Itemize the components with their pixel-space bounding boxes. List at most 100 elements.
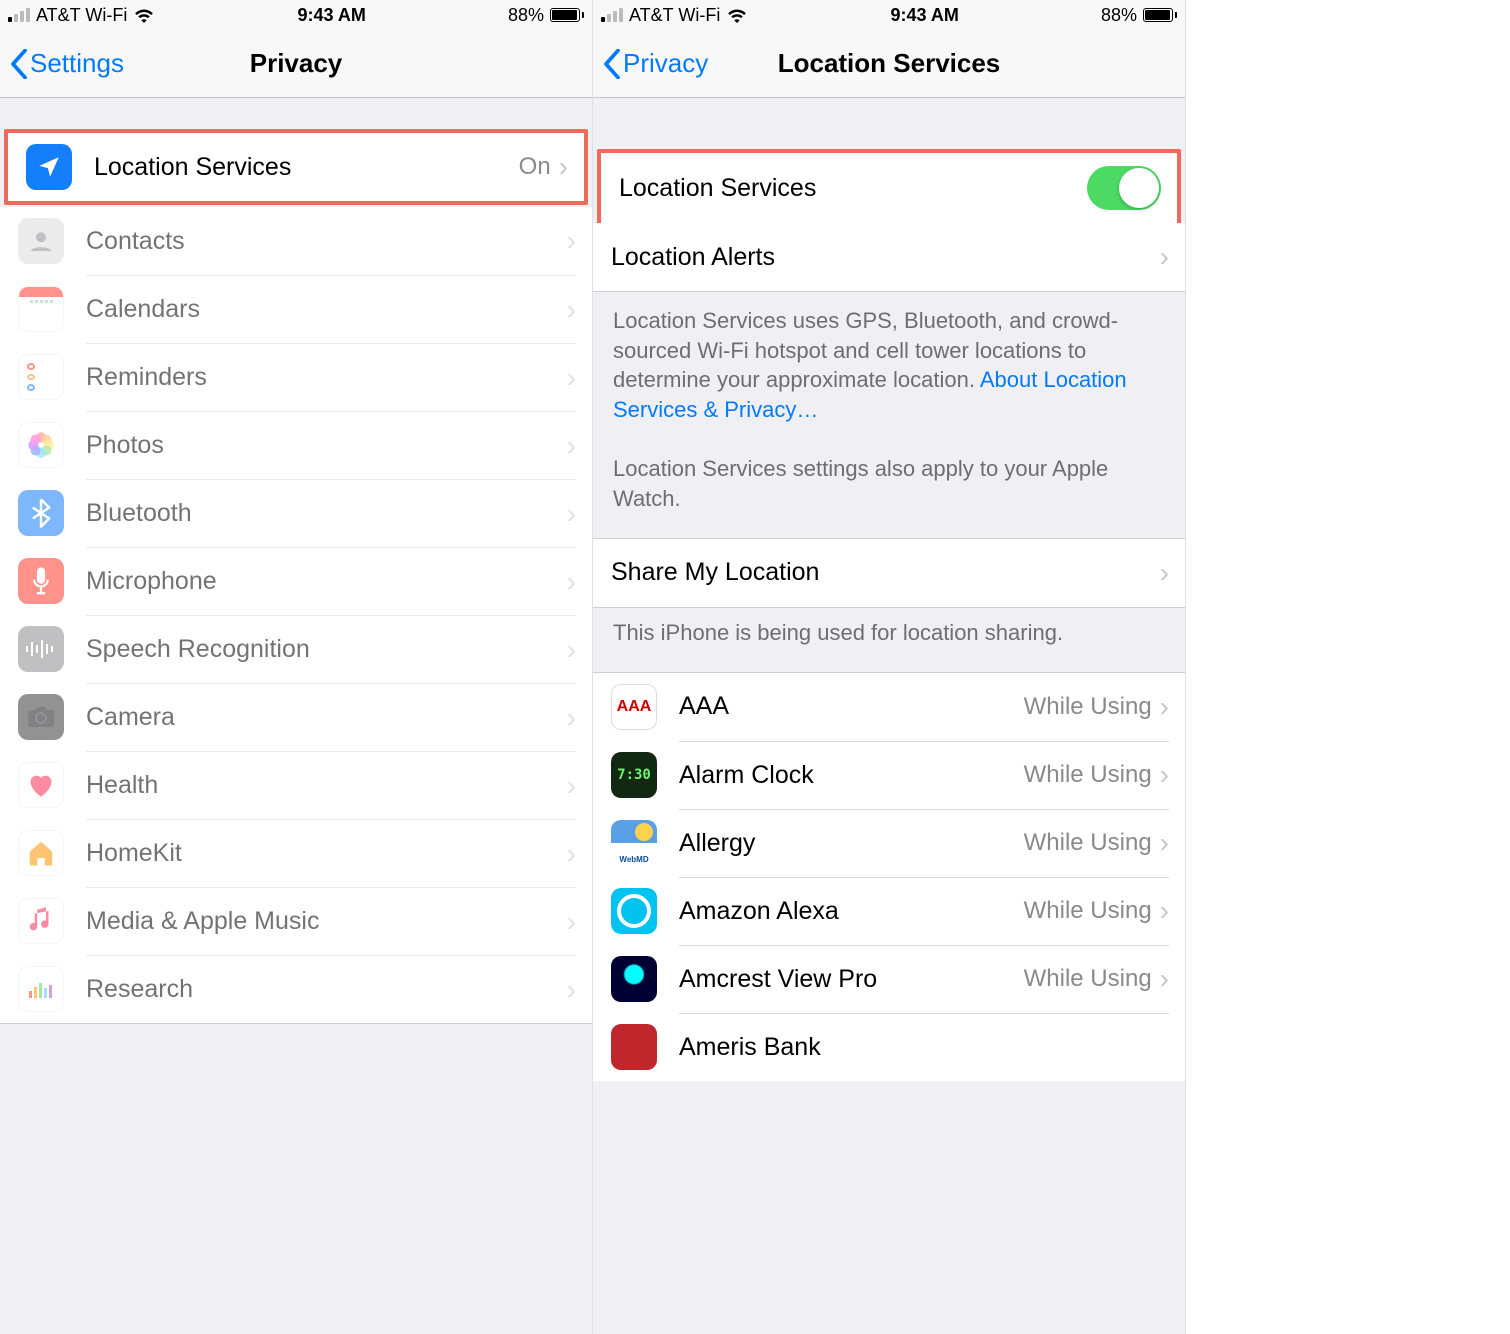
row-app-amazon-alexa[interactable]: Amazon AlexaWhile Using ›	[593, 877, 1185, 945]
row-label: Allergy	[679, 829, 1024, 858]
back-label: Settings	[30, 48, 124, 79]
waveform-icon	[18, 626, 64, 672]
row-label: Research	[86, 975, 567, 1004]
share-location-footer: This iPhone is being used for location s…	[593, 608, 1185, 672]
carrier-label: AT&T Wi-Fi	[36, 5, 127, 26]
battery-icon	[1143, 8, 1177, 22]
row-value: While Using	[1024, 897, 1152, 925]
row-app-amcrest-view-pro[interactable]: Amcrest View ProWhile Using›	[593, 945, 1185, 1013]
row-label: Calendars	[86, 295, 567, 324]
signal-icon	[8, 8, 30, 22]
chevron-right-icon: ›	[567, 430, 576, 462]
heart-icon	[18, 762, 64, 808]
back-button[interactable]: Settings	[10, 48, 124, 79]
row-label: Alarm Clock	[679, 761, 1024, 790]
chevron-right-icon: ›	[567, 566, 576, 598]
chevron-right-icon: ›	[1160, 963, 1169, 995]
row-speech-recognition[interactable]: Speech Recognition›	[0, 615, 592, 683]
app-icon-ameris-bank	[611, 1024, 657, 1070]
photos-icon	[18, 422, 64, 468]
location-services-switch[interactable]	[1087, 166, 1161, 210]
microphone-icon	[18, 558, 64, 604]
app-icon-amazon-alexa	[611, 888, 657, 934]
back-label: Privacy	[623, 48, 708, 79]
chevron-right-icon: ›	[567, 498, 576, 530]
row-value: On	[519, 153, 551, 181]
chevron-right-icon: ›	[567, 974, 576, 1006]
chevron-right-icon: ›	[1160, 691, 1169, 723]
bluetooth-icon	[18, 490, 64, 536]
row-share-my-location[interactable]: Share My Location ›	[593, 539, 1185, 607]
app-icon-amcrest	[611, 956, 657, 1002]
row-label: Ameris Bank	[679, 1033, 1169, 1062]
row-health[interactable]: Health›	[0, 751, 592, 819]
camera-icon	[18, 694, 64, 740]
nav-bar: Privacy Location Services	[593, 30, 1185, 98]
highlight-box: Location Services	[597, 149, 1181, 227]
chevron-left-icon	[603, 49, 621, 79]
row-label: Microphone	[86, 567, 567, 596]
carrier-label: AT&T Wi-Fi	[629, 5, 720, 26]
row-label: Share My Location	[611, 558, 1160, 587]
pane-location-services: AT&T Wi-Fi 9:43 AM 88% Privacy Location …	[593, 0, 1186, 1334]
chevron-right-icon: ›	[567, 634, 576, 666]
chevron-right-icon: ›	[1160, 759, 1169, 791]
signal-icon	[601, 8, 623, 22]
row-label: Camera	[86, 703, 567, 732]
row-reminders[interactable]: Reminders›	[0, 343, 592, 411]
location-services-description: Location Services uses GPS, Bluetooth, a…	[593, 292, 1185, 538]
row-app-ameris-bank[interactable]: Ameris Bank	[593, 1013, 1185, 1081]
row-research[interactable]: Research›	[0, 955, 592, 1023]
chevron-right-icon: ›	[567, 838, 576, 870]
chevron-left-icon	[10, 49, 28, 79]
status-time: 9:43 AM	[890, 5, 958, 26]
chevron-right-icon: ›	[1160, 241, 1169, 273]
chevron-right-icon: ›	[567, 906, 576, 938]
chevron-right-icon: ›	[1160, 557, 1169, 589]
music-note-icon	[18, 898, 64, 944]
chevron-right-icon: ›	[1160, 827, 1169, 859]
contacts-icon	[18, 218, 64, 264]
row-value: While Using	[1024, 693, 1152, 721]
chevron-right-icon: ›	[567, 702, 576, 734]
row-app-allergy[interactable]: AllergyWhile Using ›	[593, 809, 1185, 877]
chevron-right-icon: ›	[567, 770, 576, 802]
chevron-right-icon: ›	[567, 225, 576, 257]
back-button[interactable]: Privacy	[603, 48, 708, 79]
status-bar: AT&T Wi-Fi 9:43 AM 88%	[593, 0, 1185, 30]
row-app-alarm-clock[interactable]: 7:30 Alarm ClockWhile Using ›	[593, 741, 1185, 809]
row-bluetooth[interactable]: Bluetooth›	[0, 479, 592, 547]
desc-secondary: Location Services settings also apply to…	[613, 456, 1108, 511]
row-homekit[interactable]: HomeKit›	[0, 819, 592, 887]
wifi-icon	[726, 7, 748, 23]
row-value: While Using	[1024, 761, 1152, 789]
row-microphone[interactable]: Microphone›	[0, 547, 592, 615]
research-icon	[18, 966, 64, 1012]
row-label: Amazon Alexa	[679, 897, 1024, 926]
app-icon-aaa: AAA	[611, 684, 657, 730]
row-location-alerts[interactable]: Location Alerts ›	[593, 223, 1185, 291]
row-label: Location Services	[619, 174, 1087, 203]
row-photos[interactable]: Photos›	[0, 411, 592, 479]
chevron-right-icon: ›	[559, 151, 568, 183]
reminders-icon	[18, 354, 64, 400]
row-location-services[interactable]: Location Services On ›	[8, 133, 584, 201]
home-icon	[18, 830, 64, 876]
row-app-aaa[interactable]: AAA AAAWhile Using›	[593, 673, 1185, 741]
row-camera[interactable]: Camera›	[0, 683, 592, 751]
row-label: Bluetooth	[86, 499, 567, 528]
status-time: 9:43 AM	[297, 5, 365, 26]
highlight-box: Location Services On ›	[4, 129, 588, 205]
row-value: While Using	[1024, 829, 1152, 857]
row-contacts[interactable]: Contacts›	[0, 207, 592, 275]
row-media-apple-music[interactable]: Media & Apple Music›	[0, 887, 592, 955]
row-label: Location Alerts	[611, 243, 1160, 272]
row-label: Contacts	[86, 227, 567, 256]
pane-privacy: AT&T Wi-Fi 9:43 AM 88% Settings Privacy	[0, 0, 593, 1334]
row-label: Reminders	[86, 363, 567, 392]
app-icon-alarm-clock: 7:30	[611, 752, 657, 798]
app-icon-allergy	[611, 820, 657, 866]
row-value: While Using	[1024, 965, 1152, 993]
chevron-right-icon: ›	[1160, 895, 1169, 927]
row-calendars[interactable]: Calendars›	[0, 275, 592, 343]
